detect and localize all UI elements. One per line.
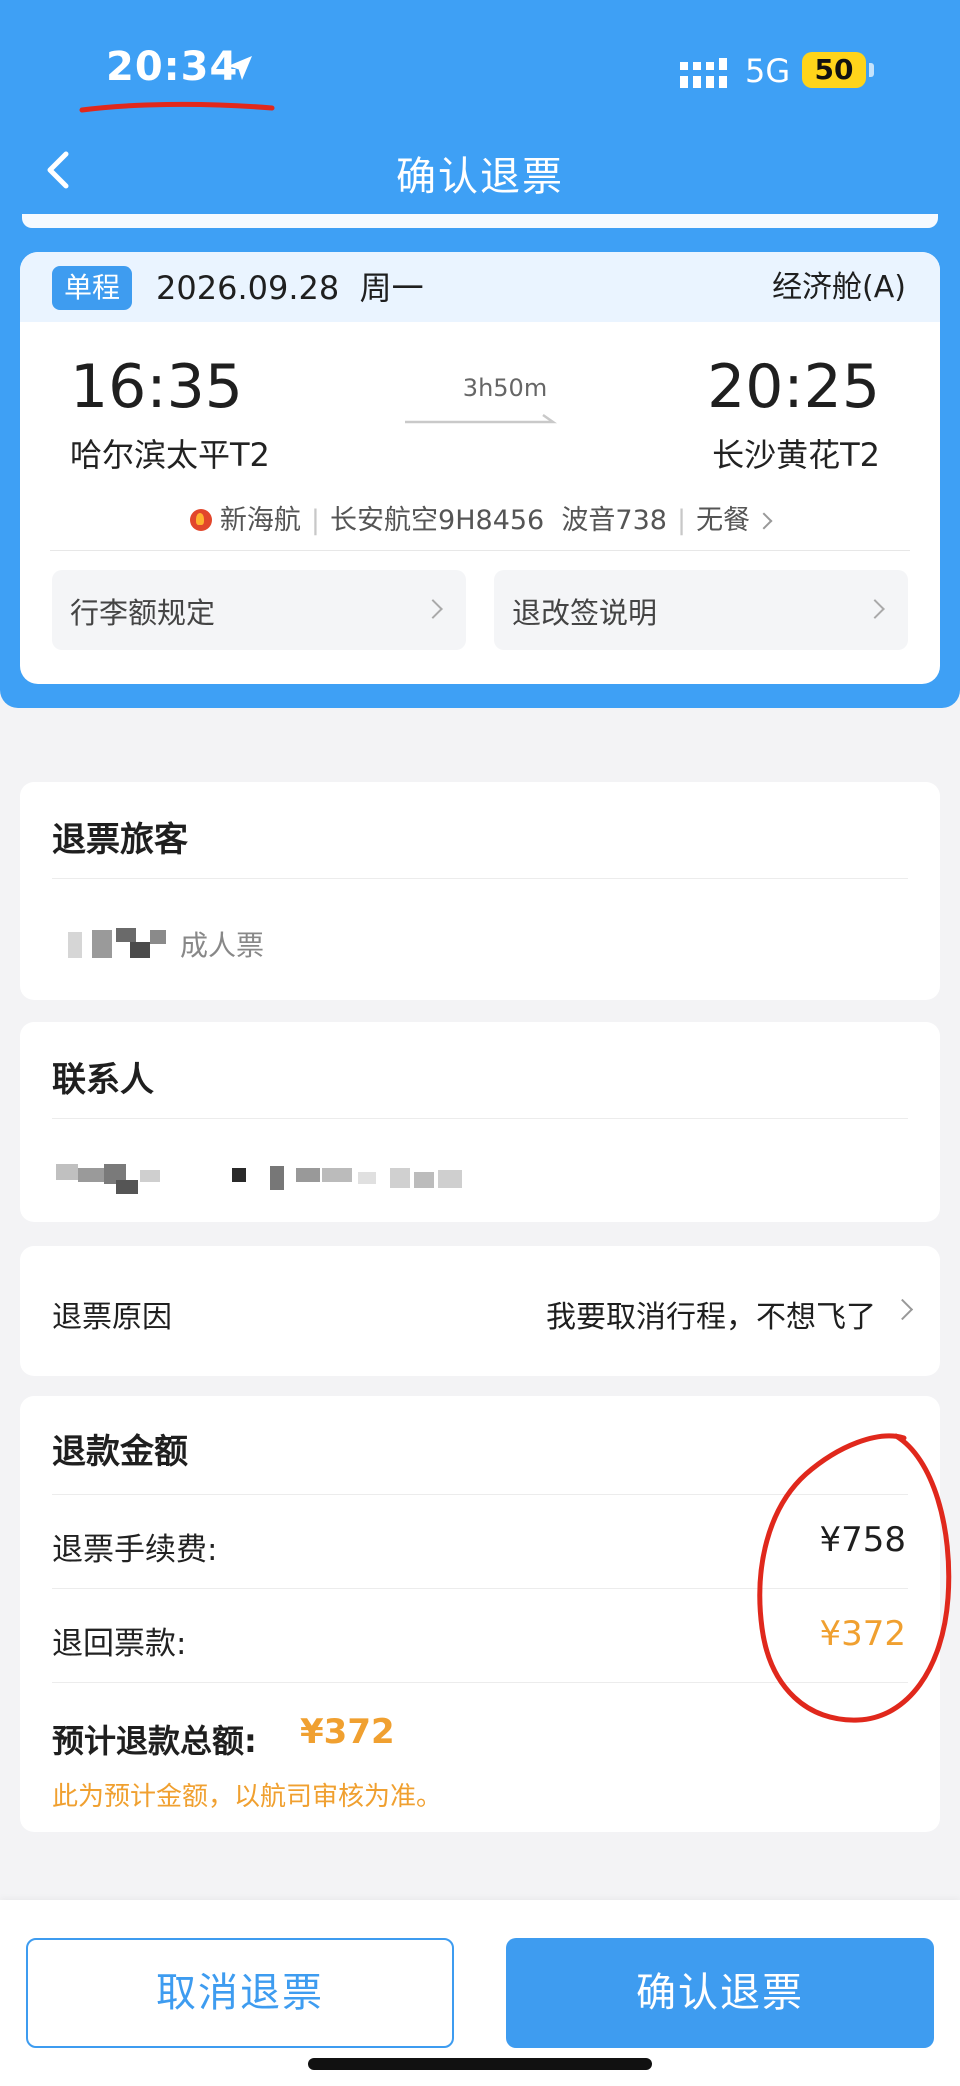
refund-note: 此为预计金额，以航司审核为准。 bbox=[52, 1782, 443, 1812]
header-divider bbox=[22, 214, 938, 228]
meal-info: 无餐 bbox=[696, 505, 751, 536]
flight-duration: 3h50m bbox=[462, 374, 548, 402]
refund-fee-value: ¥758 bbox=[819, 1520, 906, 1560]
aircraft-type: 波音738 bbox=[561, 505, 667, 536]
flight-date: 2026.09.28 周一 bbox=[156, 266, 424, 310]
chevron-right-icon bbox=[755, 512, 773, 530]
chevron-right-icon bbox=[865, 599, 885, 619]
divider bbox=[50, 550, 910, 551]
refund-amount-title: 退款金额 bbox=[52, 1432, 188, 1472]
chevron-right-icon bbox=[891, 1298, 914, 1321]
refund-return-value: ¥372 bbox=[819, 1614, 906, 1654]
airline-logo-icon bbox=[189, 509, 212, 531]
flight-card: 单程 2026.09.28 周一 经济舱(A) 16:35 20:25 3h50… bbox=[20, 252, 940, 684]
network-type: 5G bbox=[745, 52, 791, 90]
separator: | bbox=[676, 505, 687, 536]
battery-tip bbox=[869, 63, 874, 77]
confirm-refund-button[interactable]: 确认退票 bbox=[506, 1938, 934, 2048]
baggage-rules-button[interactable]: 行李额规定 bbox=[52, 570, 466, 650]
divider bbox=[52, 878, 908, 879]
contact-card-title: 联系人 bbox=[52, 1060, 154, 1100]
status-time: 20:34 bbox=[106, 44, 239, 90]
passenger-card-title: 退票旅客 bbox=[52, 820, 188, 860]
weekday-text: 周一 bbox=[359, 269, 424, 307]
location-arrow-icon bbox=[228, 56, 252, 80]
refund-reason-value: 我要取消行程，不想飞了 bbox=[546, 1300, 876, 1335]
cabin-class: 经济舱(A) bbox=[772, 270, 906, 305]
refund-total-value: ¥372 bbox=[300, 1712, 395, 1752]
arrow-right-icon bbox=[405, 413, 557, 424]
arrival-time: 20:25 bbox=[707, 352, 880, 422]
refund-rules-button[interactable]: 退改签说明 bbox=[494, 570, 908, 650]
status-bar: 20:34 5G 50 bbox=[0, 0, 960, 120]
refund-reason-label: 退票原因 bbox=[52, 1300, 172, 1335]
refund-total-label: 预计退款总额: bbox=[52, 1722, 257, 1760]
arrival-airport: 长沙黄花T2 bbox=[712, 436, 880, 474]
contact-card: 联系人 bbox=[20, 1022, 940, 1222]
page-title: 确认退票 bbox=[396, 154, 564, 200]
nav-bar: 确认退票 bbox=[0, 130, 960, 210]
cancel-refund-button[interactable]: 取消退票 bbox=[26, 1938, 454, 2048]
refund-return-label: 退回票款: bbox=[52, 1626, 187, 1662]
departure-airport: 哈尔滨太平T2 bbox=[70, 436, 270, 474]
airline-name: 新海航 bbox=[219, 505, 301, 536]
divider bbox=[52, 1118, 908, 1119]
refund-reason-row[interactable]: 退票原因 我要取消行程，不想飞了 bbox=[20, 1246, 940, 1376]
flight-number: 长安航空9H8456 bbox=[330, 505, 545, 536]
flight-card-header: 单程 2026.09.28 周一 经济舱(A) bbox=[20, 252, 940, 322]
baggage-rules-label: 行李额规定 bbox=[70, 596, 216, 630]
red-underline-annotation bbox=[79, 101, 275, 113]
chevron-right-icon bbox=[423, 599, 443, 619]
refund-amount-card: 退款金额 退票手续费: ¥758 退回票款: ¥372 预计退款总额: ¥372… bbox=[20, 1396, 940, 1832]
separator: | bbox=[310, 505, 321, 536]
passenger-card: 退票旅客 成人票 bbox=[20, 782, 940, 1000]
refund-fee-label: 退票手续费: bbox=[52, 1532, 218, 1568]
departure-time: 16:35 bbox=[70, 352, 243, 422]
page: 20:34 5G 50 确认退票 单程 2026.09.28 周一 经济舱(A)… bbox=[0, 0, 960, 2086]
home-indicator[interactable] bbox=[308, 2058, 652, 2070]
battery-icon: 50 bbox=[802, 52, 866, 88]
divider bbox=[52, 1682, 908, 1683]
flight-info-line[interactable]: 新海航 | 长安航空9H8456 波音738 | 无餐 bbox=[20, 498, 940, 537]
trip-type-badge: 单程 bbox=[52, 266, 132, 310]
date-text: 2026.09.28 bbox=[156, 269, 340, 307]
refund-rules-label: 退改签说明 bbox=[512, 596, 658, 630]
divider bbox=[52, 1494, 908, 1495]
signal-bars-icon bbox=[680, 58, 727, 88]
ticket-type: 成人票 bbox=[180, 929, 265, 962]
divider bbox=[52, 1588, 908, 1589]
